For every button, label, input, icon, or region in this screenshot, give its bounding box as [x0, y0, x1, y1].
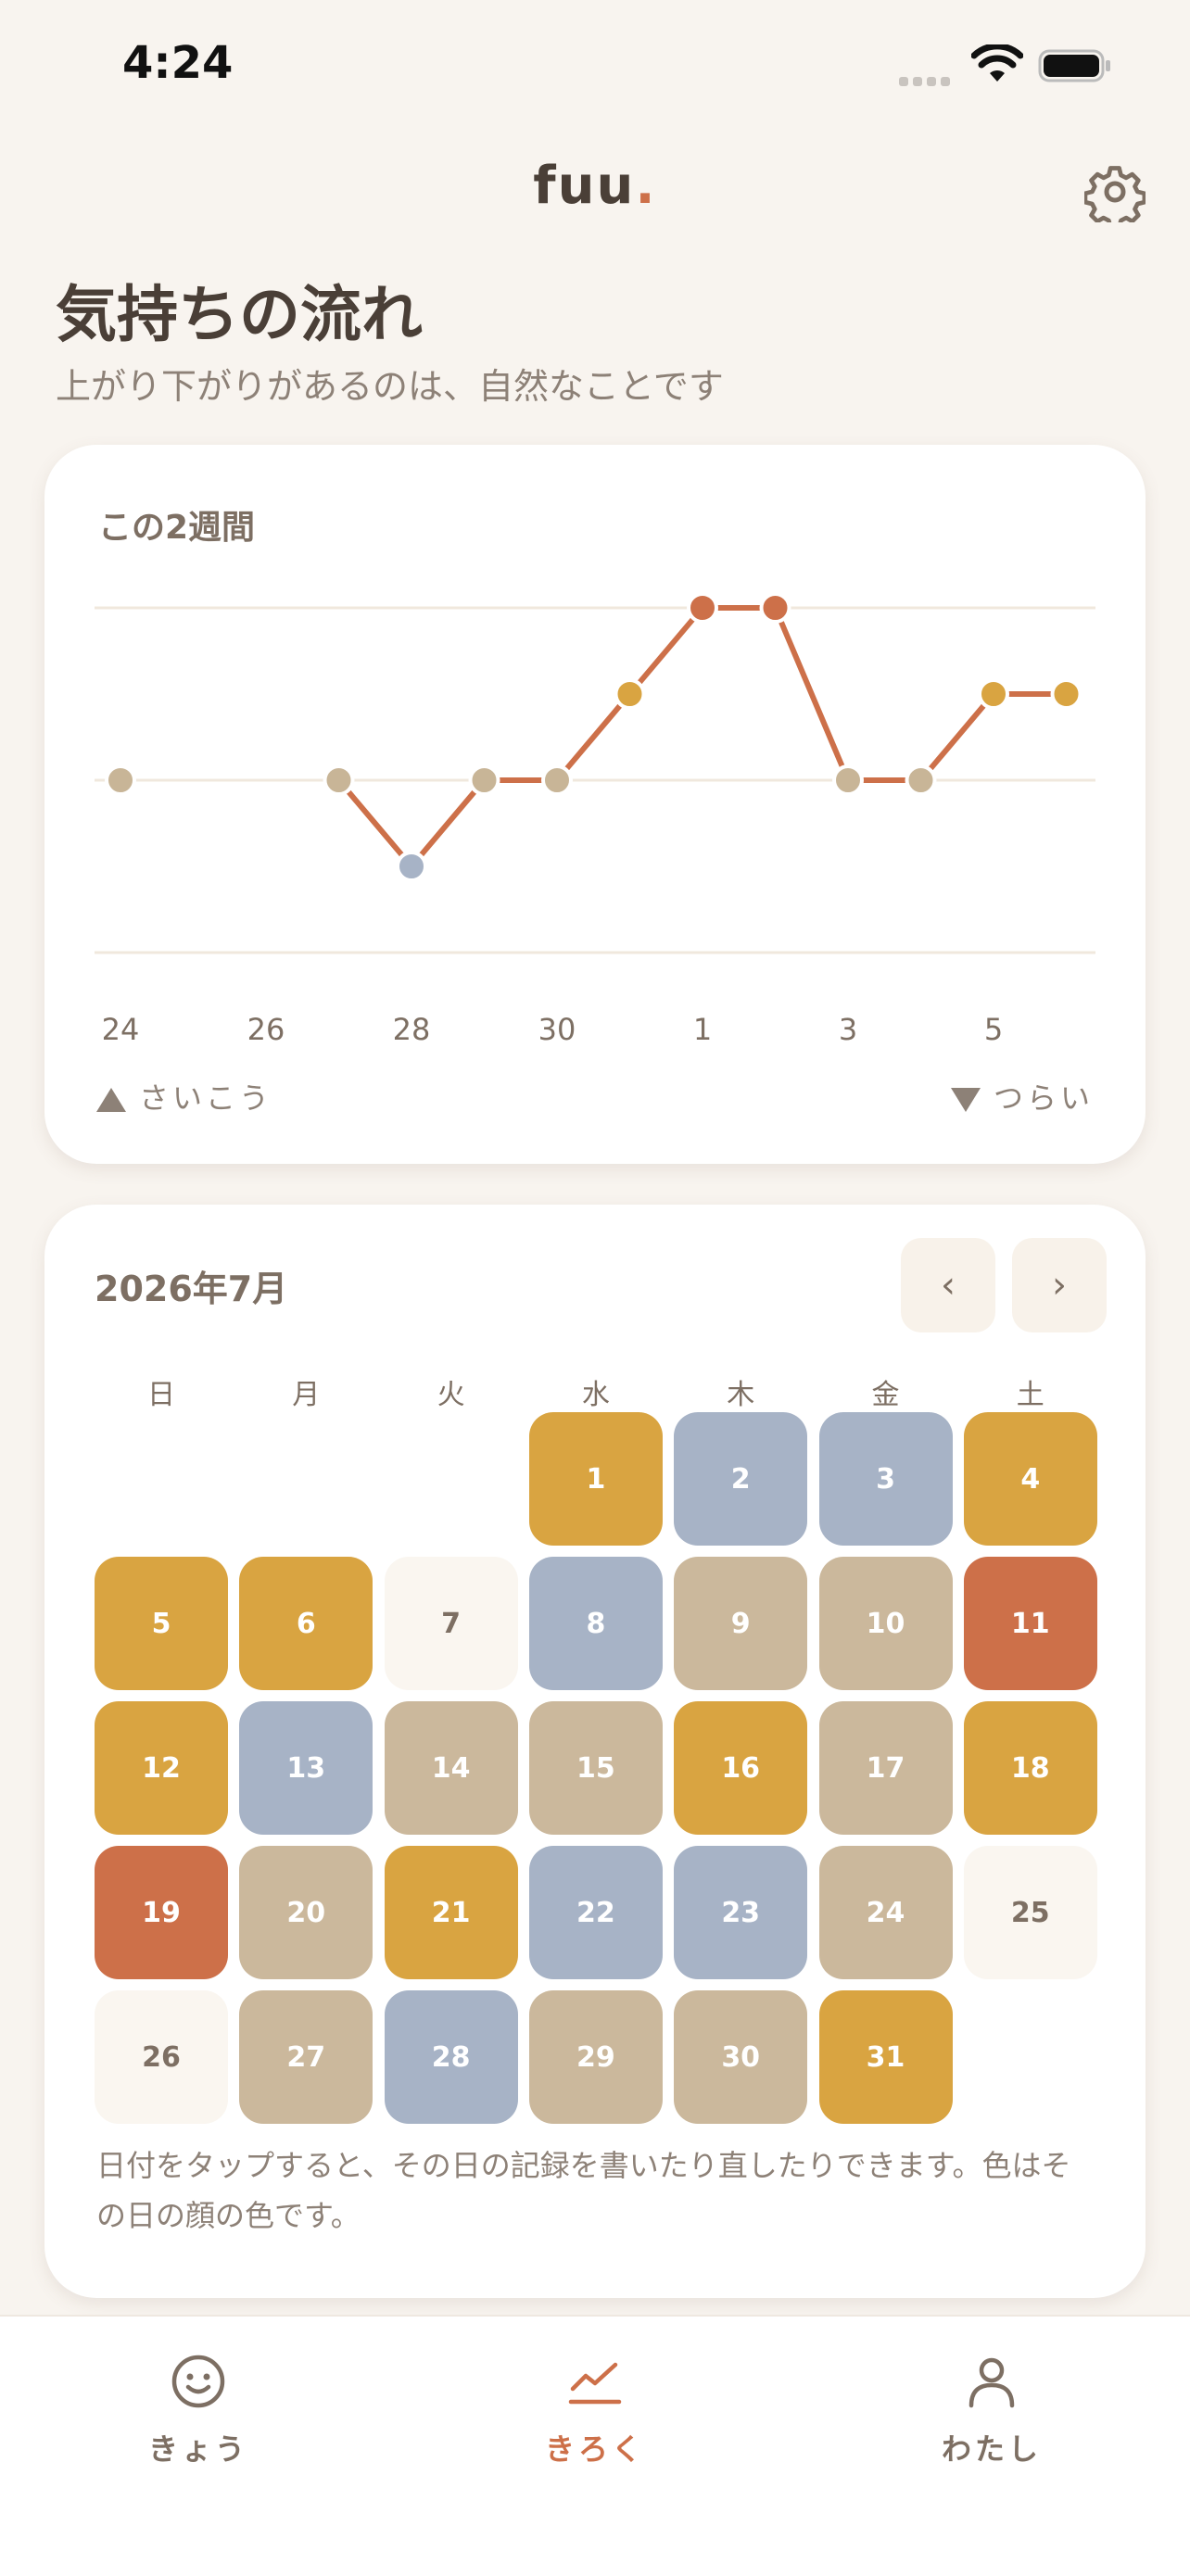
calendar-day-cell[interactable]: 3 — [818, 1412, 953, 1546]
page-title: 気持ちの流れ — [56, 279, 423, 350]
calendar-day-cell[interactable]: 1 — [528, 1412, 663, 1546]
chart-line-segment — [627, 605, 705, 697]
calendar-day-cell[interactable]: 6 — [239, 1557, 373, 1690]
x-tick-label: 24 — [102, 1012, 140, 1047]
x-tick-label: 5 — [984, 1012, 1003, 1047]
weekday-header: 火 — [437, 1379, 465, 1411]
mood-trend-card: この2週間 24 26 28 30 1 3 5 さいこう つらい — [44, 445, 1146, 1164]
prev-month-button[interactable]: ‹ — [901, 1238, 995, 1332]
chart-line-segment — [409, 777, 487, 869]
chart-point — [614, 678, 646, 710]
weekday-header: 木 — [727, 1379, 755, 1411]
trend-chart-icon — [568, 2362, 622, 2405]
x-tick-label: 26 — [247, 1012, 285, 1047]
tab-today[interactable]: きょう — [96, 2354, 300, 2469]
chart-line-segment — [918, 691, 996, 783]
mood-line-chart: 24 26 28 30 1 3 5 — [95, 592, 1095, 1047]
calendar-day-cell[interactable]: 11 — [963, 1557, 1097, 1690]
calendar-month-label: 2026年7月 — [95, 1269, 288, 1309]
page-subtitle: 上がり下がりがあるのは、自然なことです — [56, 366, 724, 407]
chart-point — [905, 764, 937, 796]
calendar-day-cell[interactable]: 27 — [239, 1990, 373, 2124]
x-tick-label: 30 — [538, 1012, 576, 1047]
calendar-day-cell[interactable]: 23 — [674, 1846, 808, 1979]
weekday-header: 土 — [1016, 1379, 1044, 1411]
chart-point — [1050, 678, 1082, 710]
chart-point — [396, 851, 427, 882]
weekday-header: 金 — [871, 1379, 900, 1411]
calendar-day-cell[interactable]: 5 — [95, 1557, 228, 1690]
chart-point — [759, 592, 791, 624]
legend-worst: つらい — [950, 1075, 1094, 1118]
calendar-card: 2026年7月 ‹ › 日付をタップすると、その日の記録を書いたり直したりできま… — [44, 1205, 1146, 2298]
calendar-day-cell[interactable]: 24 — [818, 1846, 953, 1979]
calendar-day-cell[interactable]: 29 — [528, 1990, 663, 2124]
chart-line-segment — [554, 691, 633, 783]
status-bar: 4:24 — [0, 0, 1190, 130]
calendar-day-cell[interactable]: 26 — [95, 1990, 228, 2124]
next-month-button[interactable]: › — [1012, 1238, 1107, 1332]
calendar-day-cell[interactable]: 19 — [95, 1846, 228, 1979]
triangle-up-icon — [96, 1088, 126, 1112]
chart-point — [468, 764, 500, 796]
x-tick-label: 3 — [839, 1012, 857, 1047]
cellular-signal-icon — [899, 72, 958, 86]
calendar-day-cell[interactable]: 20 — [239, 1846, 373, 1979]
calendar-day-cell[interactable]: 9 — [674, 1557, 808, 1690]
triangle-down-icon — [950, 1088, 981, 1112]
status-time: 4:24 — [122, 37, 234, 89]
wifi-icon — [971, 44, 1023, 82]
app-logo: fuu. — [533, 156, 657, 216]
calendar-day-cell[interactable]: 4 — [963, 1412, 1097, 1546]
calendar-day-cell[interactable]: 28 — [384, 1990, 518, 2124]
calendar-day-cell[interactable]: 18 — [963, 1701, 1097, 1835]
person-icon — [968, 2357, 1015, 2408]
calendar-day-cell[interactable]: 15 — [528, 1701, 663, 1835]
chart-line-segment — [772, 605, 851, 783]
chart-point — [323, 764, 355, 796]
calendar-day-cell[interactable]: 14 — [384, 1701, 518, 1835]
legend-best: さいこう — [96, 1075, 272, 1118]
calendar-day-cell[interactable]: 31 — [818, 1990, 953, 2124]
calendar-day-cell[interactable]: 2 — [674, 1412, 808, 1546]
calendar-day-cell[interactable]: 25 — [963, 1846, 1097, 1979]
chart-point — [541, 764, 573, 796]
x-tick-label: 28 — [393, 1012, 431, 1047]
calendar-day-cell[interactable]: 22 — [528, 1846, 663, 1979]
bottom-tab-bar: きょう きろく わたし — [0, 2315, 1190, 2576]
calendar-day-cell[interactable]: 16 — [674, 1701, 808, 1835]
battery-icon — [1038, 49, 1110, 82]
x-tick-label: 1 — [693, 1012, 712, 1047]
smile-icon — [171, 2355, 225, 2408]
calendar-day-cell[interactable]: 13 — [239, 1701, 373, 1835]
weekday-header: 日 — [147, 1379, 175, 1411]
calendar-day-cell[interactable]: 12 — [95, 1701, 228, 1835]
calendar-day-cell[interactable]: 8 — [528, 1557, 663, 1690]
tab-record[interactable]: きろく — [493, 2354, 697, 2469]
calendar-day-cell[interactable]: 17 — [818, 1701, 953, 1835]
chart-point — [832, 764, 864, 796]
chart-line-segment — [335, 777, 414, 869]
chart-point — [978, 678, 1009, 710]
tab-me[interactable]: わたし — [890, 2354, 1094, 2469]
chart-point — [105, 764, 136, 796]
calendar-day-cell[interactable]: 21 — [384, 1846, 518, 1979]
calendar-day-cell[interactable]: 7 — [384, 1557, 518, 1690]
settings-gear-icon[interactable] — [1084, 161, 1146, 222]
calendar-day-cell[interactable]: 30 — [674, 1990, 808, 2124]
weekday-header: 月 — [292, 1379, 321, 1411]
calendar-note: 日付をタップすると、その日の記録を書いたり直したりできます。色はその日の顔の色で… — [96, 2148, 1071, 2233]
chart-point — [687, 592, 718, 624]
weekday-header: 水 — [581, 1379, 610, 1411]
calendar-day-cell[interactable]: 10 — [818, 1557, 953, 1690]
